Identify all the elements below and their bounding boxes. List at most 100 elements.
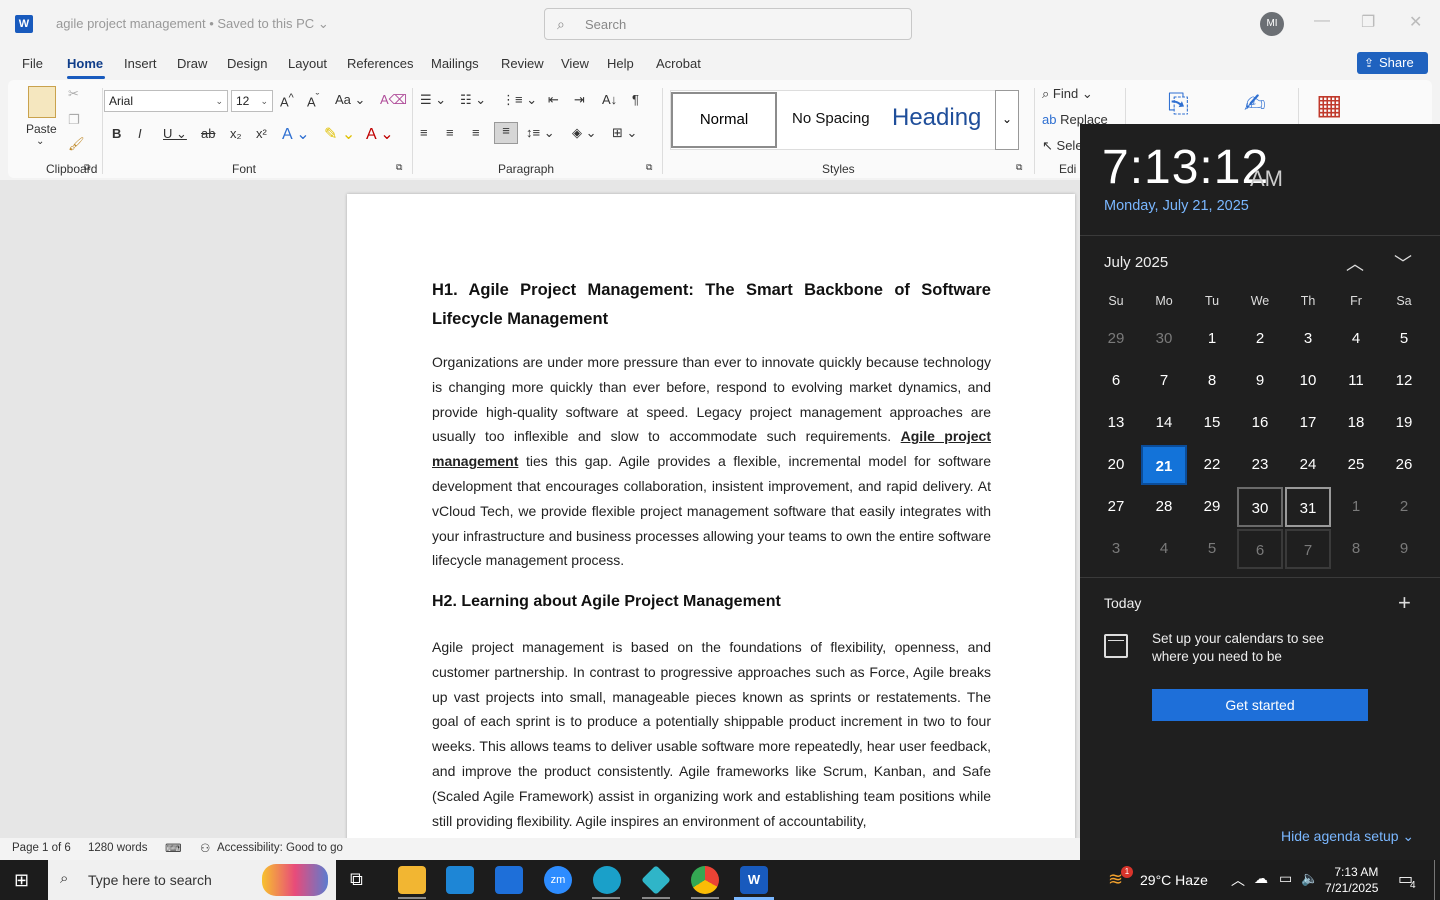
italic-icon[interactable]: I (138, 126, 142, 141)
volume-icon[interactable]: 🔈 (1301, 870, 1318, 887)
paragraph-1[interactable]: Organizations are under more pressure th… (432, 350, 991, 573)
justify-icon[interactable]: ≡ (494, 122, 518, 144)
calendar-day[interactable]: 14 (1141, 403, 1187, 443)
file-explorer-icon[interactable] (398, 866, 426, 894)
share-button[interactable]: ⇪Share ⌄ (1357, 52, 1428, 92)
pilcrow-icon[interactable]: ¶ (632, 92, 639, 107)
paste-button[interactable]: Paste (26, 122, 57, 136)
calendar-day[interactable]: 3 (1285, 319, 1331, 359)
calendar-day[interactable]: 3 (1093, 529, 1139, 569)
calendar-day[interactable]: 27 (1093, 487, 1139, 527)
shading-icon[interactable]: ◈ ⌄ (572, 125, 597, 141)
borders-icon[interactable]: ⊞ ⌄ (612, 125, 637, 141)
font-color-icon[interactable]: A ⌄ (366, 124, 394, 144)
underline-icon[interactable]: U ⌄ (163, 126, 187, 142)
accessibility-status[interactable]: Accessibility: Good to go (217, 842, 343, 854)
search-highlight-icon[interactable] (262, 864, 328, 896)
increase-indent-icon[interactable]: ⇥ (574, 92, 585, 108)
acrobat-sign-icon[interactable]: ✍ (1244, 88, 1266, 119)
calendar-day[interactable]: 24 (1285, 445, 1331, 485)
chevron-up-icon[interactable]: ︿ (1231, 870, 1245, 890)
subscript-icon[interactable]: x₂ (230, 126, 242, 141)
dialog-launcher-icon[interactable]: ⧉ (84, 162, 90, 173)
calendar-day-today[interactable]: 21 (1141, 445, 1187, 485)
calendar-day[interactable]: 12 (1381, 361, 1427, 401)
zoom-icon[interactable]: zm (544, 866, 572, 894)
add-event-icon[interactable]: + (1398, 590, 1411, 616)
calendar-day[interactable]: 2 (1237, 319, 1283, 359)
calendar-day[interactable]: 7 (1285, 529, 1331, 569)
font-name-dropdown[interactable]: Arial ⌄ (104, 90, 228, 112)
maximize-icon[interactable]: ❐ (1361, 12, 1375, 32)
superscript-icon[interactable]: x² (256, 126, 267, 141)
align-right-icon[interactable]: ≡ (472, 125, 480, 140)
calendar-day[interactable]: 22 (1189, 445, 1235, 485)
word-taskbar-icon[interactable]: W (740, 866, 768, 894)
paste-dropdown-icon[interactable]: ⌄ (36, 136, 44, 147)
clear-formatting-icon[interactable]: A⌫ (380, 92, 407, 108)
chevron-up-icon[interactable]: ︿ (1346, 250, 1364, 276)
month-title[interactable]: July 2025 (1104, 254, 1168, 271)
calendar-day[interactable]: 30 (1237, 487, 1283, 527)
grow-font-icon[interactable]: A^ (280, 92, 294, 109)
paragraph-2[interactable]: Agile project management is based on the… (432, 635, 991, 837)
calendar-day[interactable]: 17 (1285, 403, 1331, 443)
style-normal[interactable]: Normal (671, 92, 777, 148)
calendar-day[interactable]: 15 (1189, 403, 1235, 443)
calendar-day[interactable]: 11 (1333, 361, 1379, 401)
align-center-icon[interactable]: ≡ (446, 125, 454, 140)
calendar-day[interactable]: 8 (1189, 361, 1235, 401)
calendar-day[interactable]: 29 (1093, 319, 1139, 359)
chevron-down-icon[interactable]: ﹀ (1394, 250, 1412, 276)
decrease-indent-icon[interactable]: ⇤ (548, 92, 559, 108)
calendar-day[interactable]: 10 (1285, 361, 1331, 401)
tab-references[interactable]: References (347, 56, 413, 71)
numbering-icon[interactable]: ☷ ⌄ (460, 92, 486, 108)
dialog-launcher-icon[interactable]: ⧉ (1016, 162, 1022, 173)
get-started-button[interactable]: Get started (1152, 689, 1368, 721)
line-spacing-icon[interactable]: ↕≡ ⌄ (526, 125, 555, 141)
bullets-icon[interactable]: ☰ ⌄ (420, 92, 446, 108)
microsoft-store-icon[interactable] (446, 866, 474, 894)
calendar-day[interactable]: 19 (1381, 403, 1427, 443)
calendar-day[interactable]: 26 (1381, 445, 1427, 485)
change-case-icon[interactable]: Aa ⌄ (335, 92, 365, 108)
calendar-day[interactable]: 5 (1189, 529, 1235, 569)
calendar-day[interactable]: 30 (1141, 319, 1187, 359)
calendar-day[interactable]: 2 (1381, 487, 1427, 527)
text-effects-icon[interactable]: A ⌄ (282, 124, 310, 144)
clock-date[interactable]: Monday, July 21, 2025 (1104, 198, 1249, 214)
proofing-icon[interactable]: ⌨ (165, 841, 182, 855)
format-painter-icon[interactable]: 🖌 (68, 136, 85, 152)
styles-more-icon[interactable]: ⌄ (995, 90, 1019, 150)
calendar-day[interactable]: 7 (1141, 361, 1187, 401)
heading-2[interactable]: H2. Learning about Agile Project Managem… (432, 593, 781, 611)
find-button[interactable]: ⌕ Find ⌄ (1042, 86, 1093, 102)
task-view-icon[interactable]: ⧉ (350, 869, 363, 890)
calendar-day[interactable]: 5 (1381, 319, 1427, 359)
sort-icon[interactable]: A↓ (602, 92, 617, 107)
tab-view[interactable]: View (561, 56, 589, 71)
onedrive-icon[interactable]: ☁ (1254, 870, 1268, 887)
calendar-day[interactable]: 25 (1333, 445, 1379, 485)
tab-home[interactable]: Home (67, 56, 103, 71)
select-button[interactable]: ↖ Sele (1042, 138, 1083, 154)
copy-icon[interactable]: ❐ (68, 112, 80, 128)
chrome-icon[interactable] (691, 866, 719, 894)
calendar-day[interactable]: 4 (1333, 319, 1379, 359)
tab-mailings[interactable]: Mailings (431, 56, 479, 71)
calendar-day[interactable]: 1 (1189, 319, 1235, 359)
tab-draw[interactable]: Draw (177, 56, 207, 71)
hide-agenda-link[interactable]: Hide agenda setup ⌄ (1281, 828, 1414, 845)
tab-help[interactable]: Help (607, 56, 634, 71)
show-desktop-button[interactable] (1434, 860, 1435, 900)
align-left-icon[interactable]: ≡ (420, 125, 428, 140)
style-no-spacing[interactable]: No Spacing (792, 110, 870, 127)
mail-icon[interactable] (495, 866, 523, 894)
font-size-dropdown[interactable]: 12 ⌄ (231, 90, 273, 112)
bold-icon[interactable]: B (112, 126, 121, 141)
calendar-day[interactable]: 16 (1237, 403, 1283, 443)
calendar-day[interactable]: 9 (1237, 361, 1283, 401)
calendar-day[interactable]: 29 (1189, 487, 1235, 527)
calendar-day[interactable]: 18 (1333, 403, 1379, 443)
